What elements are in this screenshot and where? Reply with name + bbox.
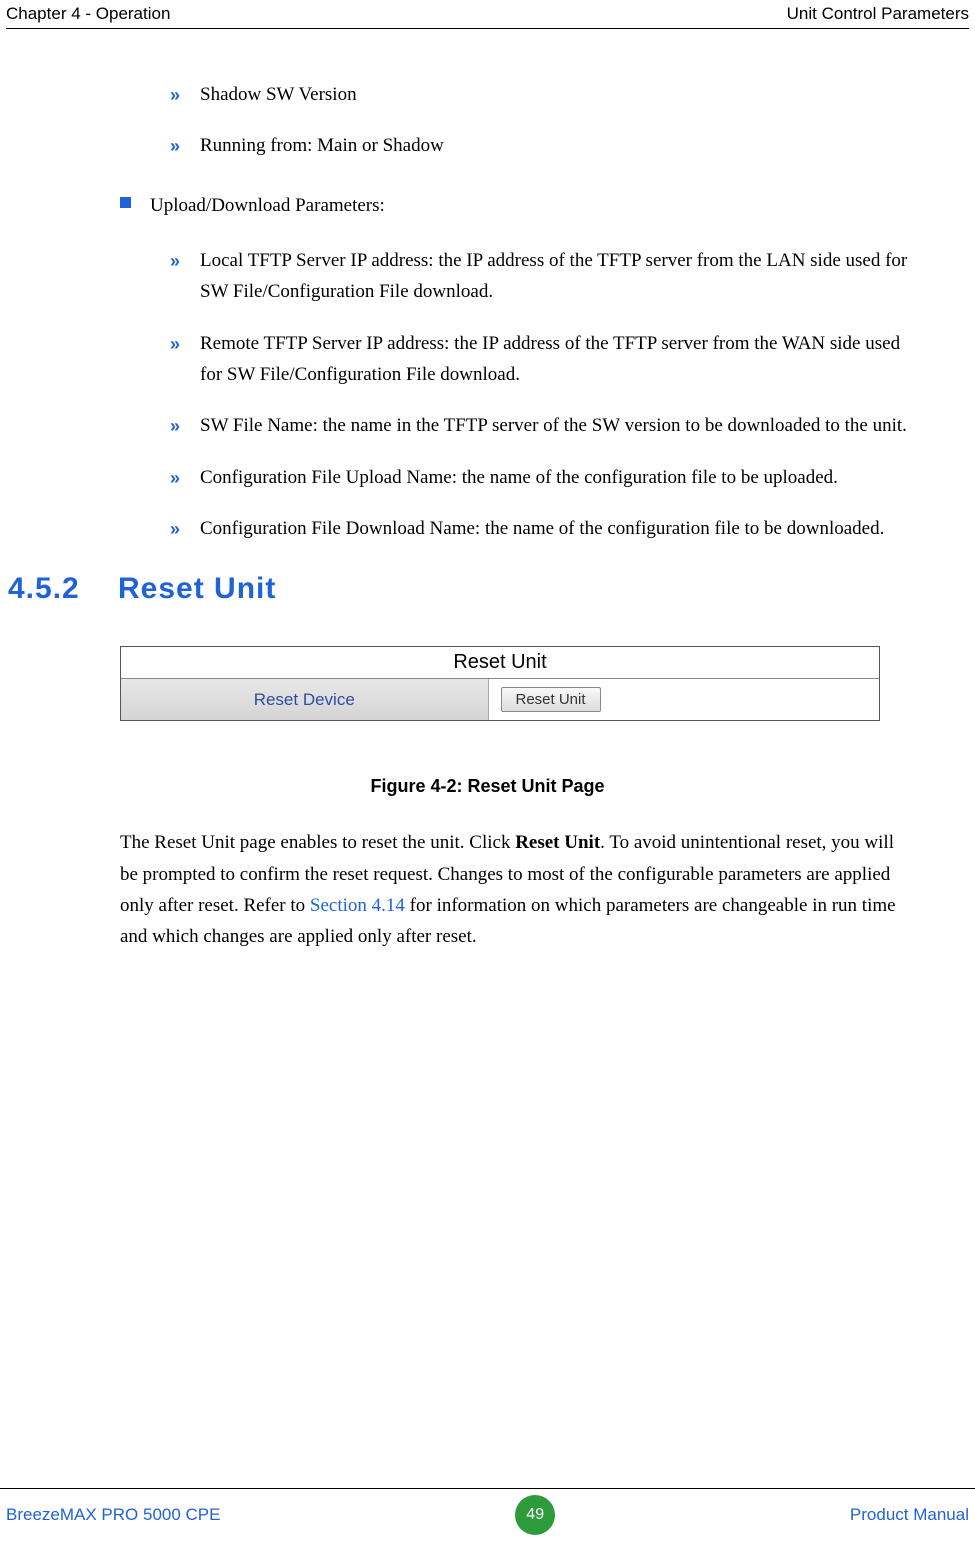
square-bullet-icon [120, 197, 131, 208]
chevron-icon: » [170, 464, 180, 494]
list-item-text: Running from: Main or Shadow [200, 135, 444, 156]
section-heading: 4.5.2 Reset Unit [8, 572, 915, 606]
page-header: Chapter 4 - Operation Unit Control Param… [6, 0, 969, 29]
list-item: » Local TFTP Server IP address: the IP a… [170, 245, 915, 308]
body-paragraph: The Reset Unit page enables to reset the… [120, 827, 915, 952]
chevron-icon: » [170, 132, 180, 162]
section-item-text: Upload/Download Parameters: [150, 195, 385, 216]
page-footer: BreezeMAX PRO 5000 CPE 49 Product Manual [0, 1488, 975, 1545]
list-item: » Configuration File Upload Name: the na… [170, 462, 915, 493]
paragraph-text: The Reset Unit page enables to reset the… [120, 832, 515, 853]
chevron-icon: » [170, 412, 180, 442]
reset-device-label: Reset Device [121, 679, 489, 720]
list-item: » Configuration File Download Name: the … [170, 513, 915, 544]
reset-action-cell: Reset Unit [489, 679, 880, 720]
paragraph-bold: Reset Unit [515, 832, 600, 853]
list-item-text: Configuration File Download Name: the na… [200, 518, 884, 539]
section-title: Reset Unit [118, 572, 276, 606]
list-item-text: Local TFTP Server IP address: the IP add… [200, 250, 907, 302]
chevron-icon: » [170, 81, 180, 111]
section-number: 4.5.2 [8, 572, 118, 606]
chevron-icon: » [170, 515, 180, 545]
list-item-text: Configuration File Upload Name: the name… [200, 467, 838, 488]
list-item: » Shadow SW Version [170, 79, 915, 110]
list-item-text: SW File Name: the name in the TFTP serve… [200, 415, 907, 436]
chevron-icon: » [170, 247, 180, 277]
chevron-icon: » [170, 330, 180, 360]
figure-reset-unit: Reset Unit Reset Device Reset Unit Figur… [60, 646, 915, 797]
section-link[interactable]: Section 4.14 [310, 895, 405, 916]
header-left: Chapter 4 - Operation [6, 4, 170, 24]
footer-right: Product Manual [850, 1505, 969, 1525]
list-item: » SW File Name: the name in the TFTP ser… [170, 410, 915, 441]
reset-unit-panel: Reset Unit Reset Device Reset Unit [120, 646, 880, 721]
section-item: Upload/Download Parameters: [120, 190, 915, 221]
page-number-badge: 49 [515, 1495, 555, 1535]
reset-unit-button[interactable]: Reset Unit [501, 687, 601, 712]
list-item: » Remote TFTP Server IP address: the IP … [170, 328, 915, 391]
list-item: » Running from: Main or Shadow [170, 130, 915, 161]
panel-title: Reset Unit [121, 647, 879, 678]
list-item-text: Remote TFTP Server IP address: the IP ad… [200, 333, 900, 385]
header-right: Unit Control Parameters [787, 4, 969, 24]
list-item-text: Shadow SW Version [200, 84, 357, 105]
figure-caption: Figure 4-2: Reset Unit Page [60, 776, 915, 797]
footer-left: BreezeMAX PRO 5000 CPE [6, 1505, 220, 1525]
